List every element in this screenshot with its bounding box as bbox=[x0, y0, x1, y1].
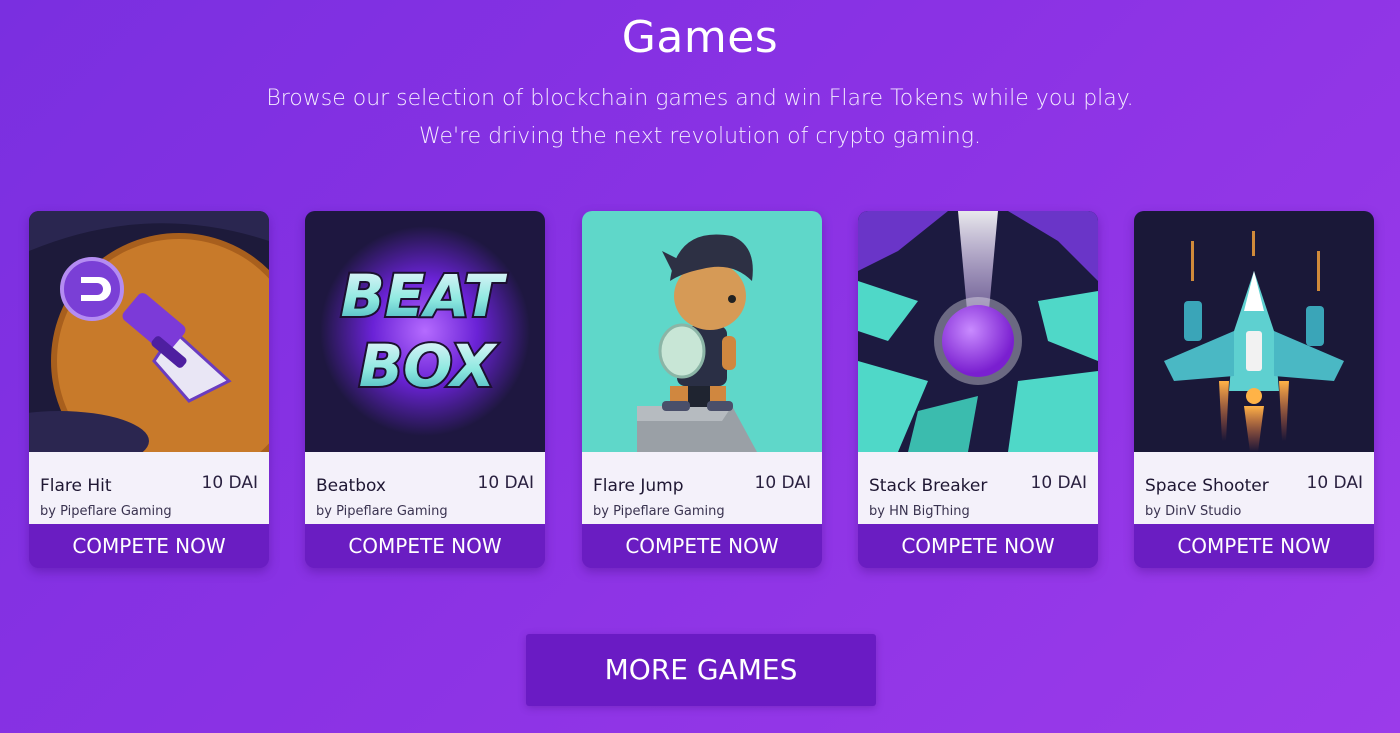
game-info: Stack Breaker 10 DAI by HN BigThing bbox=[858, 452, 1098, 524]
compete-now-button[interactable]: COMPETE NOW bbox=[29, 524, 269, 568]
compete-now-button[interactable]: COMPETE NOW bbox=[582, 524, 822, 568]
game-card-beatbox[interactable]: BEAT BOX Beatbox 10 DAI by Pipeflare Gam… bbox=[305, 211, 545, 568]
game-studio: by Pipeflare Gaming bbox=[593, 504, 725, 519]
section-title: Games bbox=[621, 12, 779, 63]
game-thumbnail-stack-breaker[interactable] bbox=[858, 211, 1098, 452]
game-studio: by DinV Studio bbox=[1145, 504, 1242, 519]
game-cards-row: Flare Hit 10 DAI by Pipeflare Gaming COM… bbox=[29, 211, 1375, 569]
more-games-button[interactable]: MORE GAMES bbox=[526, 634, 876, 706]
game-name: Flare Hit bbox=[40, 476, 112, 496]
game-price: 10 DAI bbox=[1030, 473, 1087, 493]
beatbox-art-text-1: BEAT bbox=[341, 262, 508, 330]
compete-now-button[interactable]: COMPETE NOW bbox=[305, 524, 545, 568]
section-subtitle-line-1: Browse our selection of blockchain games… bbox=[266, 86, 1134, 111]
game-thumbnail-space-shooter[interactable] bbox=[1134, 211, 1374, 452]
game-name: Beatbox bbox=[316, 476, 386, 496]
game-name: Stack Breaker bbox=[869, 476, 988, 496]
game-name: Space Shooter bbox=[1145, 476, 1269, 496]
game-price: 10 DAI bbox=[1306, 473, 1363, 493]
game-card-stack-breaker[interactable]: Stack Breaker 10 DAI by HN BigThing COMP… bbox=[858, 211, 1098, 568]
compete-now-button[interactable]: COMPETE NOW bbox=[858, 524, 1098, 568]
game-info: Flare Hit 10 DAI by Pipeflare Gaming bbox=[29, 452, 269, 524]
game-info: Beatbox 10 DAI by Pipeflare Gaming bbox=[305, 452, 545, 524]
game-studio: by HN BigThing bbox=[869, 504, 970, 519]
beatbox-art-text-2: BOX bbox=[359, 332, 498, 400]
game-thumbnail-beatbox[interactable]: BEAT BOX bbox=[305, 211, 545, 452]
section-subtitle-line-2: We're driving the next revolution of cry… bbox=[419, 124, 981, 149]
game-card-flare-hit[interactable]: Flare Hit 10 DAI by Pipeflare Gaming COM… bbox=[29, 211, 269, 568]
compete-now-button[interactable]: COMPETE NOW bbox=[1134, 524, 1374, 568]
game-thumbnail-flare-hit[interactable] bbox=[29, 211, 269, 452]
game-price: 10 DAI bbox=[201, 473, 258, 493]
game-info: Space Shooter 10 DAI by DinV Studio bbox=[1134, 452, 1374, 524]
game-studio: by Pipeflare Gaming bbox=[316, 504, 448, 519]
game-price: 10 DAI bbox=[754, 473, 811, 493]
game-studio: by Pipeflare Gaming bbox=[40, 504, 172, 519]
game-card-flare-jump[interactable]: Flare Jump 10 DAI by Pipeflare Gaming CO… bbox=[582, 211, 822, 568]
game-name: Flare Jump bbox=[593, 476, 684, 496]
game-info: Flare Jump 10 DAI by Pipeflare Gaming bbox=[582, 452, 822, 524]
game-thumbnail-flare-jump[interactable] bbox=[582, 211, 822, 452]
game-price: 10 DAI bbox=[477, 473, 534, 493]
game-card-space-shooter[interactable]: Space Shooter 10 DAI by DinV Studio COMP… bbox=[1134, 211, 1374, 568]
